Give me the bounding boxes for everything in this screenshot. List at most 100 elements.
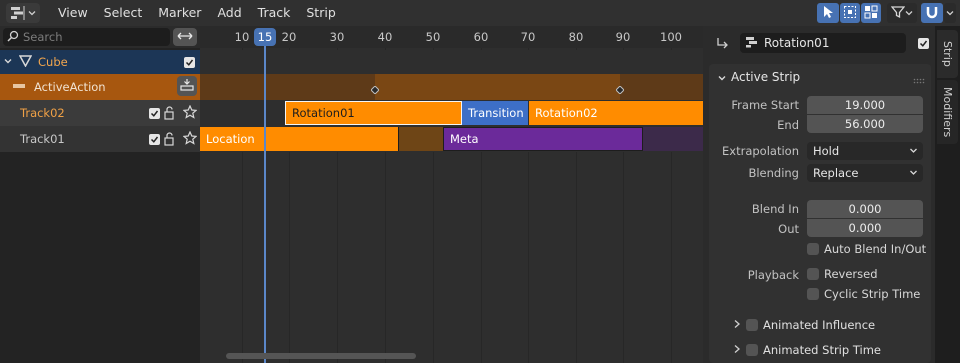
chevron-right-icon bbox=[733, 318, 741, 332]
horizontal-scrollbar[interactable] bbox=[226, 353, 416, 359]
auto-blend-label: Auto Blend In/Out bbox=[824, 242, 927, 256]
invert-filter-button[interactable] bbox=[173, 28, 197, 46]
arrows-horizontal-icon bbox=[177, 30, 193, 44]
location-hold-extension bbox=[399, 127, 443, 151]
current-frame-indicator[interactable]: 15 bbox=[254, 28, 276, 46]
blend-out-field[interactable]: 0.000 bbox=[807, 219, 923, 237]
action-lane[interactable] bbox=[200, 74, 703, 100]
push-down-icon bbox=[180, 78, 194, 95]
chevron-down-icon[interactable] bbox=[717, 72, 727, 86]
checkbox-box bbox=[807, 288, 819, 300]
strip-meta[interactable]: Meta bbox=[443, 127, 643, 151]
menu-view[interactable]: View bbox=[50, 0, 96, 26]
blend-in-label: Blend In bbox=[751, 202, 799, 216]
animated-influence-subpanel[interactable]: Animated Influence bbox=[733, 318, 875, 332]
sidebar-tabs: Strip Modifiers bbox=[935, 26, 960, 363]
strip-rotation02[interactable]: Rotation02 bbox=[529, 101, 703, 125]
strip-name-field[interactable]: Rotation01 bbox=[740, 33, 906, 53]
tick-label: 20 bbox=[281, 30, 297, 44]
star-icon[interactable] bbox=[182, 130, 198, 148]
star-icon[interactable] bbox=[182, 104, 198, 122]
frame-ruler[interactable]: 10 20 30 40 50 60 70 80 90 100 15 bbox=[200, 26, 703, 48]
blend-in-field[interactable]: 0.000 bbox=[807, 200, 923, 218]
push-down-action-button[interactable] bbox=[177, 76, 197, 96]
playback-label: Playback bbox=[747, 268, 799, 282]
blending-select[interactable]: Replace bbox=[807, 164, 923, 182]
checkbox-box bbox=[807, 243, 819, 255]
chevron-right-icon bbox=[733, 343, 741, 357]
strip-rotation01[interactable]: Rotation01 bbox=[285, 101, 462, 125]
box-select-icon bbox=[843, 5, 857, 22]
chevron-down-icon[interactable] bbox=[3, 55, 13, 69]
object-channel[interactable]: Cube bbox=[0, 50, 200, 74]
tick-label: 90 bbox=[615, 30, 631, 44]
track01-lane: Location Meta bbox=[200, 126, 703, 152]
strip-icon bbox=[745, 36, 759, 51]
frame-end-field[interactable]: 56.000 bbox=[807, 115, 923, 133]
nla-timeline[interactable]: 10 20 30 40 50 60 70 80 90 100 15 Rotati… bbox=[200, 26, 703, 363]
search-input[interactable]: Search bbox=[3, 28, 170, 46]
tab-label: Strip bbox=[941, 41, 954, 67]
tick-label: 80 bbox=[568, 30, 584, 44]
strip-name-value: Rotation01 bbox=[764, 36, 830, 50]
tab-modifiers[interactable]: Modifiers bbox=[937, 80, 958, 144]
playhead[interactable] bbox=[264, 46, 266, 363]
track-channel-track01[interactable]: Track01 bbox=[0, 126, 200, 152]
keyframe-marker[interactable] bbox=[615, 83, 625, 97]
action-channel[interactable]: ActiveAction bbox=[0, 74, 200, 100]
active-strip-panel: Active Strip Frame Start 19.000 End 56.0… bbox=[709, 64, 931, 363]
menu-select[interactable]: Select bbox=[96, 0, 151, 26]
object-lane bbox=[200, 50, 703, 74]
animated-influence-checkbox[interactable] bbox=[746, 319, 758, 331]
lock-icon[interactable] bbox=[164, 106, 176, 123]
keyframe-marker[interactable] bbox=[370, 83, 380, 97]
animated-strip-time-checkbox[interactable] bbox=[746, 344, 758, 356]
frame-start-field[interactable]: 19.000 bbox=[807, 96, 923, 114]
reversed-checkbox[interactable]: Reversed bbox=[807, 267, 878, 281]
tweak-select-button[interactable] bbox=[817, 3, 839, 23]
funnel-icon bbox=[890, 5, 906, 22]
chevron-down-icon bbox=[909, 164, 918, 182]
editor-type-menu[interactable] bbox=[6, 3, 40, 23]
snap-options-dropdown[interactable] bbox=[944, 3, 956, 23]
nla-editor-icon bbox=[10, 6, 28, 20]
chevron-down-icon bbox=[905, 6, 913, 20]
snapping-group bbox=[921, 3, 960, 23]
drag-handle-icon[interactable] bbox=[913, 73, 925, 87]
search-icon bbox=[7, 30, 19, 45]
header-menu: View Select Marker Add Track Strip bbox=[50, 0, 344, 26]
cyclic-strip-time-checkbox[interactable]: Cyclic Strip Time bbox=[807, 287, 920, 301]
extrapolation-select[interactable]: Hold bbox=[807, 142, 923, 160]
track-name: Track01 bbox=[20, 132, 65, 146]
extrapolation-label: Extrapolation bbox=[722, 144, 799, 158]
track-channel-track02[interactable]: Track02 bbox=[0, 100, 200, 126]
tab-strip[interactable]: Strip bbox=[937, 30, 958, 78]
track02-lane: Rotation01 Transition Rotation02 bbox=[200, 100, 703, 126]
menu-strip[interactable]: Strip bbox=[298, 0, 343, 26]
menu-marker[interactable]: Marker bbox=[150, 0, 209, 26]
strip-location[interactable]: Location bbox=[200, 127, 399, 151]
track-mute-checkbox[interactable] bbox=[149, 133, 160, 145]
box-select-button[interactable] bbox=[840, 3, 860, 23]
frame-start-label: Frame Start bbox=[731, 98, 799, 112]
animated-strip-time-subpanel[interactable]: Animated Strip Time bbox=[733, 343, 881, 357]
auto-blend-checkbox[interactable]: Auto Blend In/Out bbox=[807, 242, 926, 256]
meta-hold-extension bbox=[643, 127, 703, 151]
menu-track[interactable]: Track bbox=[250, 0, 299, 26]
lasso-select-button[interactable] bbox=[861, 3, 881, 23]
action-name: ActiveAction bbox=[34, 80, 106, 94]
object-visibility-checkbox[interactable] bbox=[184, 56, 195, 68]
cyclic-label: Cyclic Strip Time bbox=[824, 287, 921, 301]
menu-add[interactable]: Add bbox=[209, 0, 249, 26]
strip-active-checkbox[interactable] bbox=[918, 38, 929, 49]
selection-tools bbox=[817, 3, 881, 23]
strip-transition[interactable]: Transition bbox=[462, 101, 528, 125]
object-data-icon bbox=[18, 54, 33, 70]
filter-dropdown[interactable] bbox=[887, 3, 917, 23]
animated-strip-time-label: Animated Strip Time bbox=[763, 343, 881, 357]
extrapolation-value: Hold bbox=[813, 144, 840, 158]
track-mute-checkbox[interactable] bbox=[149, 107, 160, 119]
lock-icon[interactable] bbox=[164, 132, 176, 149]
snap-toggle-button[interactable] bbox=[921, 3, 943, 23]
tick-label: 70 bbox=[520, 30, 536, 44]
